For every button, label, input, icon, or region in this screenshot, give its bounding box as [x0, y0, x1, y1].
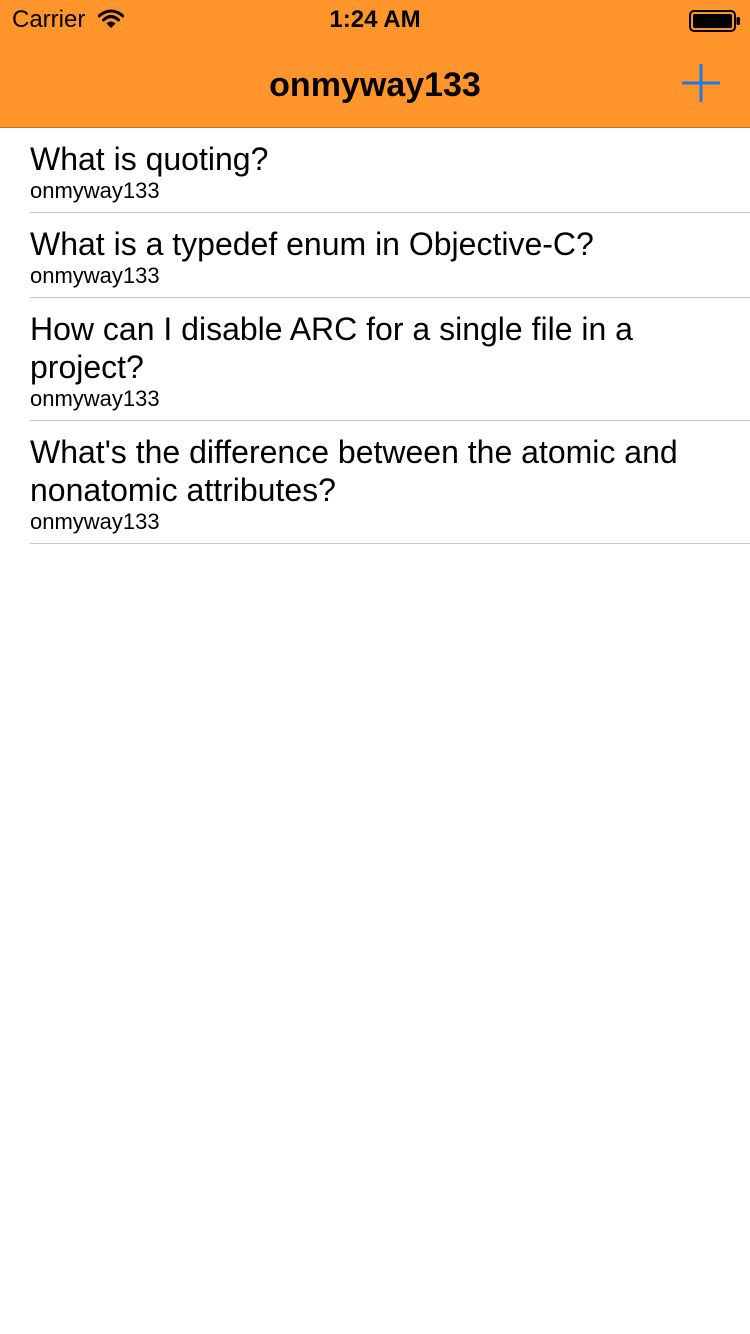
question-title: What is quoting?: [30, 141, 269, 177]
add-question-button[interactable]: [676, 58, 726, 108]
app-screen: Carrier 1:24 AM onmyway133 What is quoti…: [0, 0, 750, 1334]
question-author: onmyway133: [30, 509, 160, 534]
battery-icon: [689, 10, 740, 32]
plus-icon: [682, 64, 720, 102]
navigation-bar: onmyway133: [0, 40, 750, 128]
question-row[interactable]: What's the difference between the atomic…: [0, 421, 750, 544]
question-list: What is quoting? onmyway133 What is a ty…: [0, 128, 750, 544]
question-row[interactable]: What is a typedef enum in Objective-C? o…: [0, 213, 750, 298]
status-time: 1:24 AM: [329, 6, 421, 33]
question-title: What is a typedef enum in Objective-C?: [30, 226, 594, 262]
question-author: onmyway133: [30, 178, 160, 203]
status-bar: Carrier 1:24 AM: [0, 0, 750, 40]
nav-title: onmyway133: [269, 66, 481, 104]
question-title: What's the difference between the atomic…: [30, 434, 678, 508]
question-author: onmyway133: [30, 386, 160, 411]
row-separator: [30, 543, 750, 544]
question-title: How can I disable ARC for a single file …: [30, 311, 633, 385]
top-bar: Carrier 1:24 AM onmyway133: [0, 0, 750, 128]
question-author: onmyway133: [30, 263, 160, 288]
question-row[interactable]: What is quoting? onmyway133: [0, 128, 750, 213]
question-row[interactable]: How can I disable ARC for a single file …: [0, 298, 750, 421]
